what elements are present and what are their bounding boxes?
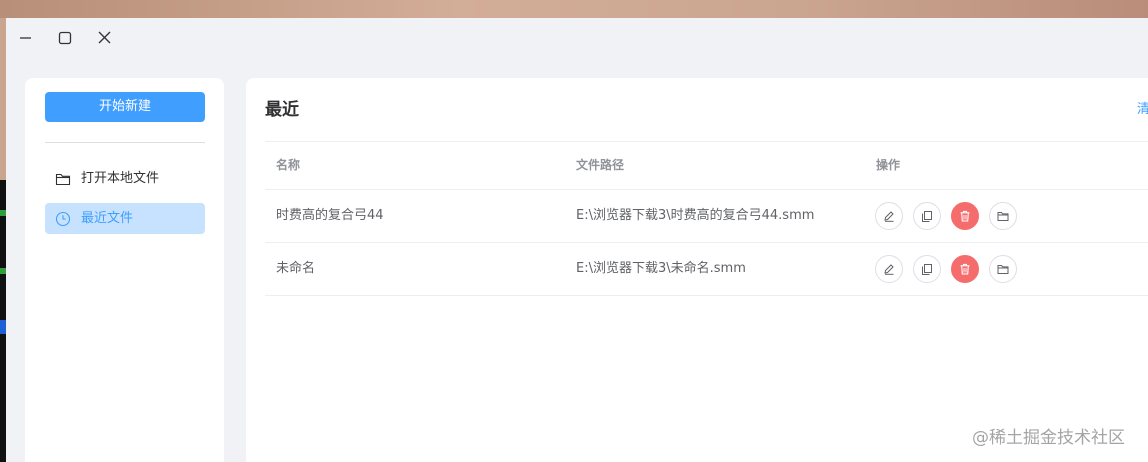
open-folder-button[interactable]: [989, 255, 1017, 283]
watermark: @稀土掘金技术社区: [972, 428, 1125, 448]
edit-button[interactable]: [875, 255, 903, 283]
sidebar: 开始新建 打开本地文件 最近文件: [25, 78, 224, 462]
table-row: 时费高的复合弓44 E:\浏览器下载3\时费高的复合弓44.smm: [265, 190, 1148, 243]
delete-icon: [960, 263, 970, 275]
delete-button[interactable]: [951, 202, 979, 230]
close-icon: [98, 31, 111, 44]
column-header-name: 名称: [276, 158, 301, 172]
sidebar-item-label: 打开本地文件: [81, 171, 160, 186]
main-panel: 最近 清 名称 文件路径 操作 时费高的复合弓44 E:\浏览器下载3\时费高的…: [246, 78, 1148, 462]
close-button[interactable]: [93, 27, 117, 49]
edit-icon: [884, 211, 894, 222]
file-path: E:\浏览器下载3\时费高的复合弓44.smm: [576, 208, 815, 223]
folder-icon: [55, 173, 71, 186]
copy-icon: [922, 211, 932, 222]
recent-files-table: 名称 文件路径 操作 时费高的复合弓44 E:\浏览器下载3\时费高的复合弓44…: [265, 141, 1148, 296]
page-title: 最近: [265, 100, 299, 120]
file-name: 未命名: [276, 261, 316, 276]
delete-icon: [960, 210, 970, 222]
maximize-icon: [58, 31, 72, 45]
edit-icon: [884, 264, 894, 275]
sidebar-item-label: 最近文件: [81, 211, 134, 226]
file-name: 时费高的复合弓44: [276, 208, 384, 223]
copy-icon: [922, 264, 932, 275]
copy-button[interactable]: [913, 202, 941, 230]
sidebar-divider: [45, 142, 205, 143]
copy-button[interactable]: [913, 255, 941, 283]
delete-button[interactable]: [951, 255, 979, 283]
clock-icon: [55, 211, 71, 227]
edit-button[interactable]: [875, 202, 903, 230]
open-folder-button[interactable]: [989, 202, 1017, 230]
minimize-button[interactable]: [14, 27, 38, 49]
title-bar: [6, 18, 1148, 58]
open-folder-icon: [997, 212, 1009, 221]
sidebar-item-recent-files[interactable]: 最近文件: [45, 203, 205, 234]
desktop-background: [0, 0, 1148, 18]
maximize-button[interactable]: [53, 27, 77, 49]
table-row: 未命名 E:\浏览器下载3\未命名.smm: [265, 243, 1148, 296]
file-path: E:\浏览器下载3\未命名.smm: [576, 261, 746, 276]
new-file-button[interactable]: 开始新建: [45, 92, 205, 122]
app-window: 开始新建 打开本地文件 最近文件 最近 清 名称 文件路径 操作 时费高的复合弓…: [6, 18, 1148, 462]
sidebar-item-open-local-file[interactable]: 打开本地文件: [45, 163, 205, 194]
minimize-icon: [20, 37, 31, 39]
clear-recent-link[interactable]: 清: [1137, 100, 1148, 120]
column-header-actions: 操作: [876, 158, 901, 172]
table-header: 名称 文件路径 操作: [265, 141, 1148, 190]
open-folder-icon: [997, 265, 1009, 274]
column-header-path: 文件路径: [576, 158, 625, 172]
